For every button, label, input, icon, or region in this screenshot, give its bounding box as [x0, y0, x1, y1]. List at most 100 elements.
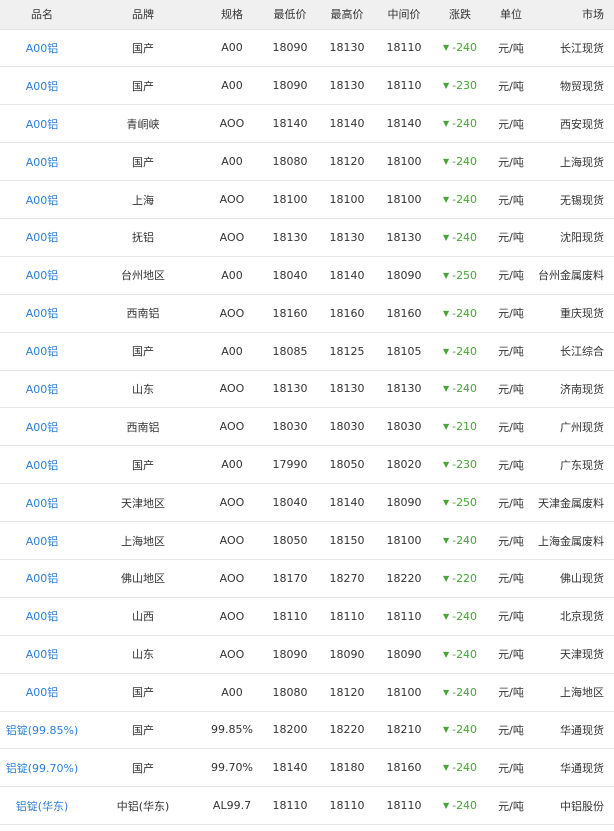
- cell-name: A00铝: [0, 256, 84, 295]
- cell-mid: 18160: [376, 748, 432, 788]
- cell-mid: 18110: [376, 597, 432, 636]
- cell-brand: 佛山地区: [84, 559, 202, 598]
- cell-low: 18030: [262, 407, 318, 447]
- cell-low: 18040: [262, 483, 318, 523]
- header-name: 品名: [0, 0, 84, 30]
- cell-mid: 18130: [376, 218, 432, 257]
- cell-name: A00铝: [0, 521, 84, 560]
- cell-market: 天津现货: [534, 635, 614, 674]
- cell-name: A00铝: [0, 66, 84, 106]
- product-link[interactable]: A00铝: [26, 156, 59, 169]
- cell-brand: 台州地区: [84, 256, 202, 295]
- cell-change: ▼ -240: [432, 370, 488, 409]
- down-arrow-icon: ▼: [442, 573, 450, 583]
- cell-unit: 元/吨: [488, 521, 534, 560]
- cell-market: 上海地区: [534, 673, 614, 712]
- table-row: A00铝 西南铝 AOO 18160 18160 18160 ▼ -240 元/吨 重庆现货: [0, 294, 614, 333]
- cell-high: 18160: [318, 294, 376, 333]
- product-link[interactable]: A00铝: [26, 80, 59, 93]
- product-link[interactable]: A00铝: [26, 686, 59, 699]
- product-link[interactable]: A00铝: [26, 497, 59, 510]
- product-link[interactable]: A00铝: [26, 42, 59, 55]
- product-link[interactable]: A00铝: [26, 231, 59, 244]
- cell-low: 18085: [262, 332, 318, 371]
- cell-change: ▼ -240: [432, 218, 488, 257]
- down-arrow-icon: ▼: [442, 801, 450, 811]
- product-link[interactable]: A00铝: [26, 194, 59, 207]
- product-link[interactable]: A00铝: [26, 345, 59, 358]
- change-value: -240: [452, 230, 478, 244]
- cell-change: ▼ -240: [432, 29, 488, 68]
- cell-unit: 元/吨: [488, 66, 534, 106]
- cell-market: 上海金属废料: [534, 521, 614, 560]
- down-arrow-icon: ▼: [442, 232, 450, 242]
- cell-change: ▼ -240: [432, 786, 488, 826]
- product-link[interactable]: A00铝: [26, 421, 59, 434]
- cell-name: A00铝: [0, 29, 84, 68]
- cell-mid: 18160: [376, 294, 432, 333]
- cell-name: A00铝: [0, 142, 84, 182]
- table-header: 品名 品牌 规格 最低价 最高价 中间价 涨跌 单位 市场: [0, 0, 614, 30]
- cell-change: ▼ -240: [432, 142, 488, 182]
- cell-mid: 18100: [376, 521, 432, 560]
- cell-high: 18130: [318, 29, 376, 68]
- cell-spec: A00: [202, 29, 262, 68]
- cell-change: ▼ -240: [432, 673, 488, 712]
- cell-mid: 18100: [376, 673, 432, 712]
- cell-brand: 国产: [84, 673, 202, 712]
- cell-mid: 18110: [376, 29, 432, 68]
- table-row: A00铝 山东 AOO 18090 18090 18090 ▼ -240 元/吨 天津现货: [0, 635, 614, 674]
- header-row: 品名 品牌 规格 最低价 最高价 中间价 涨跌 单位 市场: [0, 0, 614, 30]
- product-link[interactable]: A00铝: [26, 459, 59, 472]
- product-link[interactable]: 铝锭(99.70%): [6, 762, 79, 775]
- cell-name: A00铝: [0, 407, 84, 447]
- cell-spec: A00: [202, 256, 262, 295]
- cell-high: 18140: [318, 256, 376, 295]
- product-link[interactable]: A00铝: [26, 118, 59, 131]
- product-link[interactable]: A00铝: [26, 307, 59, 320]
- cell-low: 18110: [262, 597, 318, 636]
- product-link[interactable]: A00铝: [26, 610, 59, 623]
- cell-name: 铝锭(99.70%): [0, 748, 84, 788]
- cell-spec: A00: [202, 673, 262, 712]
- product-link[interactable]: A00铝: [26, 269, 59, 282]
- cell-spec: AL99.7: [202, 786, 262, 826]
- header-brand: 品牌: [84, 0, 202, 30]
- product-link[interactable]: A00铝: [26, 572, 59, 585]
- cell-brand: 国产: [84, 142, 202, 182]
- down-arrow-icon: ▼: [442, 308, 450, 318]
- cell-high: 18110: [318, 786, 376, 826]
- table-row: A00铝 天津地区 AOO 18040 18140 18090 ▼ -250 元/吨 天津金属废料: [0, 483, 614, 523]
- cell-unit: 元/吨: [488, 483, 534, 523]
- product-link[interactable]: A00铝: [26, 535, 59, 548]
- cell-market: 佛山现货: [534, 559, 614, 598]
- table-row: A00铝 上海 AOO 18100 18100 18100 ▼ -240 元/吨 无锡现货: [0, 180, 614, 219]
- cell-brand: 天津地区: [84, 483, 202, 523]
- change-value: -240: [452, 609, 478, 623]
- cell-unit: 元/吨: [488, 370, 534, 409]
- cell-unit: 元/吨: [488, 635, 534, 674]
- cell-spec: A00: [202, 142, 262, 182]
- product-link[interactable]: 铝锭(华东): [16, 800, 69, 813]
- header-low: 最低价: [262, 0, 318, 30]
- cell-unit: 元/吨: [488, 29, 534, 68]
- cell-spec: AOO: [202, 370, 262, 409]
- table-row: A00铝 国产 A00 18080 18120 18100 ▼ -240 元/吨 上海现货: [0, 142, 614, 182]
- cell-unit: 元/吨: [488, 332, 534, 371]
- cell-brand: 上海地区: [84, 521, 202, 560]
- cell-high: 18180: [318, 748, 376, 788]
- product-link[interactable]: A00铝: [26, 648, 59, 661]
- down-arrow-icon: ▼: [442, 725, 450, 735]
- cell-brand: 国产: [84, 332, 202, 371]
- cell-high: 18130: [318, 66, 376, 106]
- cell-market: 广东现货: [534, 445, 614, 485]
- cell-brand: 国产: [84, 66, 202, 106]
- cell-brand: 山西: [84, 597, 202, 636]
- cell-brand: 国产: [84, 445, 202, 485]
- product-link[interactable]: 铝锭(99.85%): [6, 724, 79, 737]
- cell-mid: 18090: [376, 635, 432, 674]
- down-arrow-icon: ▼: [442, 763, 450, 773]
- change-value: -240: [452, 534, 478, 548]
- product-link[interactable]: A00铝: [26, 383, 59, 396]
- cell-name: 铝锭(99.85%): [0, 711, 84, 750]
